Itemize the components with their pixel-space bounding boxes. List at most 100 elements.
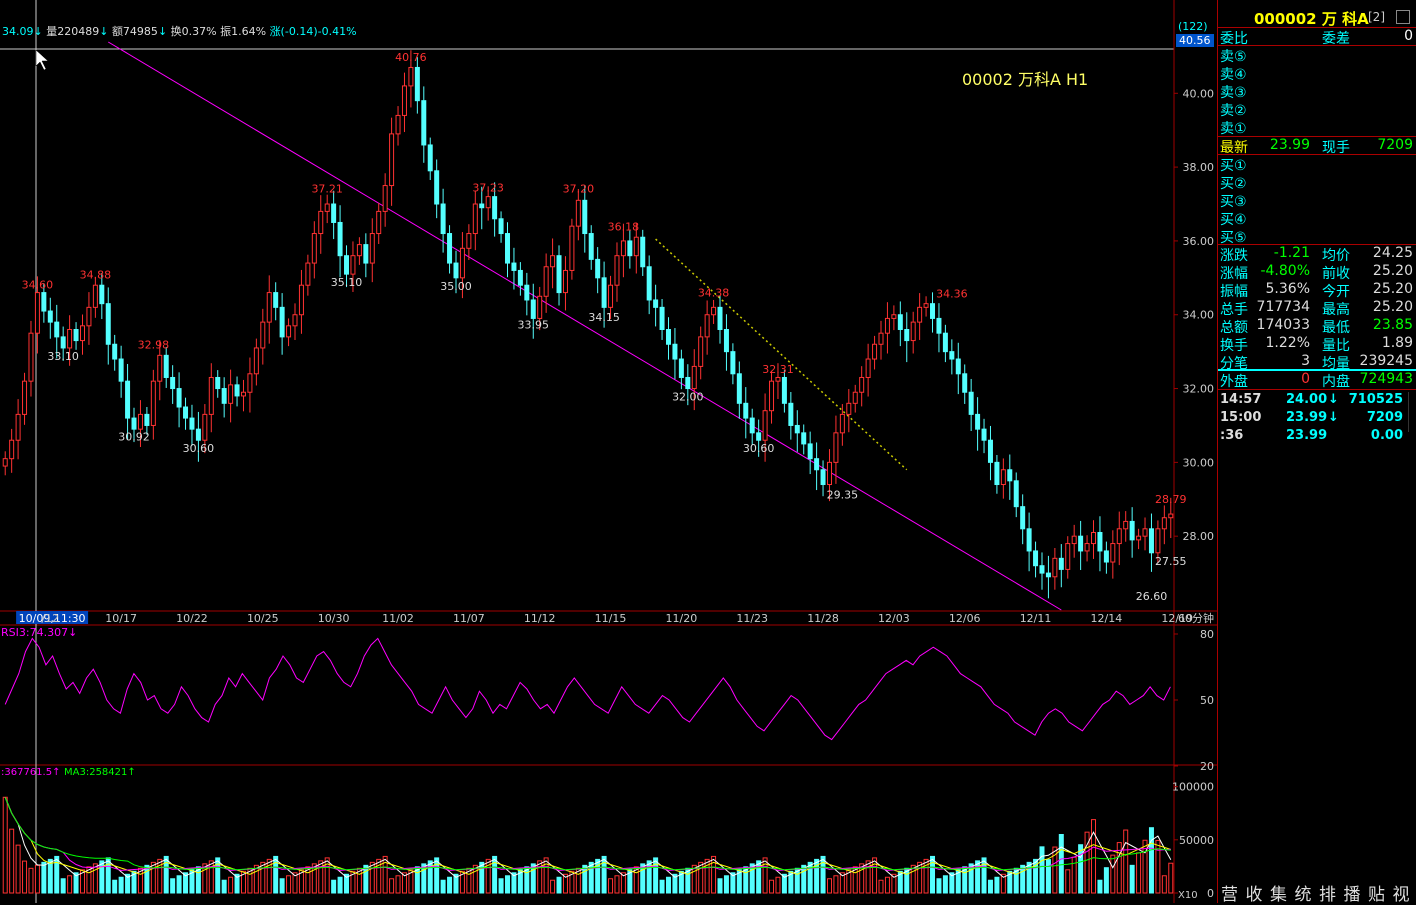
candle-body — [569, 225, 575, 271]
sell-label: 卖⑤ — [1220, 49, 1247, 65]
volume-bar — [872, 857, 878, 894]
volume-bar — [917, 861, 923, 894]
kline-chart[interactable]: 40.00 38.00 36.00 34.00 32.00 30.00 28.00 34.60… — [0, 0, 1217, 903]
vol-label: :367761.5↑ — [1, 767, 60, 778]
bottom-tab-button[interactable]: 统 — [1295, 880, 1312, 905]
candle-body — [112, 343, 118, 360]
candle-body — [859, 376, 865, 393]
stat-row: 总手 717734 最高 25.20 — [1218, 299, 1416, 318]
stat-label: 涨跌 — [1220, 248, 1248, 264]
candle-body — [685, 376, 691, 390]
volume-bar — [1129, 864, 1135, 894]
candle-body — [505, 233, 511, 264]
stat-value: 25.20 — [1372, 299, 1413, 315]
ytick-label: 36.00 — [1183, 235, 1215, 248]
candle-body — [826, 461, 832, 486]
bottom-tab-button[interactable]: 播 — [1344, 880, 1361, 905]
toolbar-strip[interactable] — [1, 0, 221, 6]
xaxis-label: 11/15 — [595, 612, 627, 625]
price-annotation: 37.21 — [311, 182, 343, 195]
candle-body — [337, 221, 343, 257]
stat-row: 总额 174033 最低 23.85 — [1218, 317, 1416, 336]
sell-label: 卖① — [1220, 121, 1247, 137]
price-annotation: 34.60 — [22, 279, 54, 292]
volume-bar — [389, 878, 395, 894]
sell-row: 卖③ — [1218, 82, 1416, 101]
candle-body — [1033, 550, 1039, 567]
candle-body — [363, 244, 369, 264]
volume-bar — [1026, 861, 1032, 894]
buy-row: 买④ — [1218, 209, 1416, 228]
vol-tick-label: 0 — [1207, 887, 1214, 900]
bottom-tab-button[interactable]: 收 — [1246, 880, 1263, 905]
vol-ma-label: MA3:258421↑ — [64, 767, 136, 778]
ytick-label: 30.00 — [1183, 456, 1215, 469]
candle-body — [930, 303, 936, 319]
price-annotation: 37.23 — [472, 182, 504, 195]
candle-body — [176, 388, 182, 408]
vol-tick-label: 100000 — [1172, 781, 1214, 794]
candle-body — [298, 284, 304, 316]
candle-body — [608, 284, 614, 308]
candle-body — [421, 100, 427, 146]
candle-body — [228, 384, 234, 404]
stat-label: 总手 — [1220, 302, 1248, 318]
bottom-tab-button[interactable]: 排 — [1319, 880, 1336, 905]
candle-body — [79, 325, 85, 342]
volume-bar — [775, 876, 781, 894]
stat-value: 23.85 — [1372, 317, 1413, 333]
bottom-tab-button[interactable]: 贴 — [1368, 880, 1385, 905]
candle-body — [125, 380, 131, 419]
candle-body — [1084, 543, 1090, 552]
volume-bar — [221, 879, 227, 894]
volume-bar — [826, 878, 832, 894]
candle-body — [1142, 528, 1148, 537]
candle-body — [730, 351, 736, 375]
volume-bar — [92, 863, 98, 894]
volume-bar — [479, 861, 485, 894]
volume-bar — [337, 876, 343, 894]
candle-body — [1161, 517, 1167, 530]
ytick-label: 40.00 — [1183, 87, 1215, 100]
candle-body — [150, 380, 156, 426]
header-amplitude: 振1.64% — [220, 25, 267, 38]
tick-volume: 710525 — [1348, 392, 1403, 407]
candle-body — [762, 410, 768, 441]
candle-body — [350, 255, 356, 275]
candle-body — [910, 321, 916, 342]
volume-bar — [1039, 846, 1045, 894]
trendline[interactable] — [107, 41, 1062, 611]
bottom-tab-button[interactable]: 营 — [1221, 880, 1238, 905]
volume-bar — [942, 875, 948, 894]
tick-price: 23.99 — [1286, 428, 1328, 443]
volume-bar — [1045, 859, 1051, 894]
candle-body — [208, 376, 214, 415]
volume-bar — [987, 879, 993, 894]
bottom-tab-button[interactable]: 集 — [1270, 880, 1287, 905]
candle-body — [1168, 513, 1174, 519]
candle-body — [781, 376, 787, 404]
volume-bar — [286, 875, 292, 894]
dotted-trendline[interactable] — [655, 238, 908, 471]
stat-label: 今开 — [1322, 284, 1350, 300]
candle-body — [376, 210, 382, 235]
volume-ma-line — [4, 797, 1171, 875]
candle-body — [311, 233, 317, 264]
bottom-tab-button[interactable]: 视 — [1393, 880, 1410, 905]
stat-value: 25.20 — [1372, 281, 1413, 297]
stat-label: 最高 — [1322, 302, 1350, 318]
candle-body — [884, 317, 890, 334]
tick-row: :36 23.99 0.00 — [1218, 428, 1416, 446]
candle-body — [34, 292, 40, 334]
candle-body — [704, 314, 710, 338]
close-icon[interactable] — [1396, 10, 1410, 24]
stat-row: 换手 1.22% 量比 1.89 — [1218, 335, 1416, 354]
candle-body — [672, 343, 678, 360]
tick-scrollbar[interactable] — [1408, 392, 1416, 432]
price-annotation: 34.38 — [698, 287, 730, 300]
candle-body — [807, 443, 813, 460]
candle-body — [92, 284, 98, 308]
candle-body — [305, 262, 311, 286]
xaxis-label: 10/22 — [176, 612, 208, 625]
volume-bar — [769, 879, 775, 894]
